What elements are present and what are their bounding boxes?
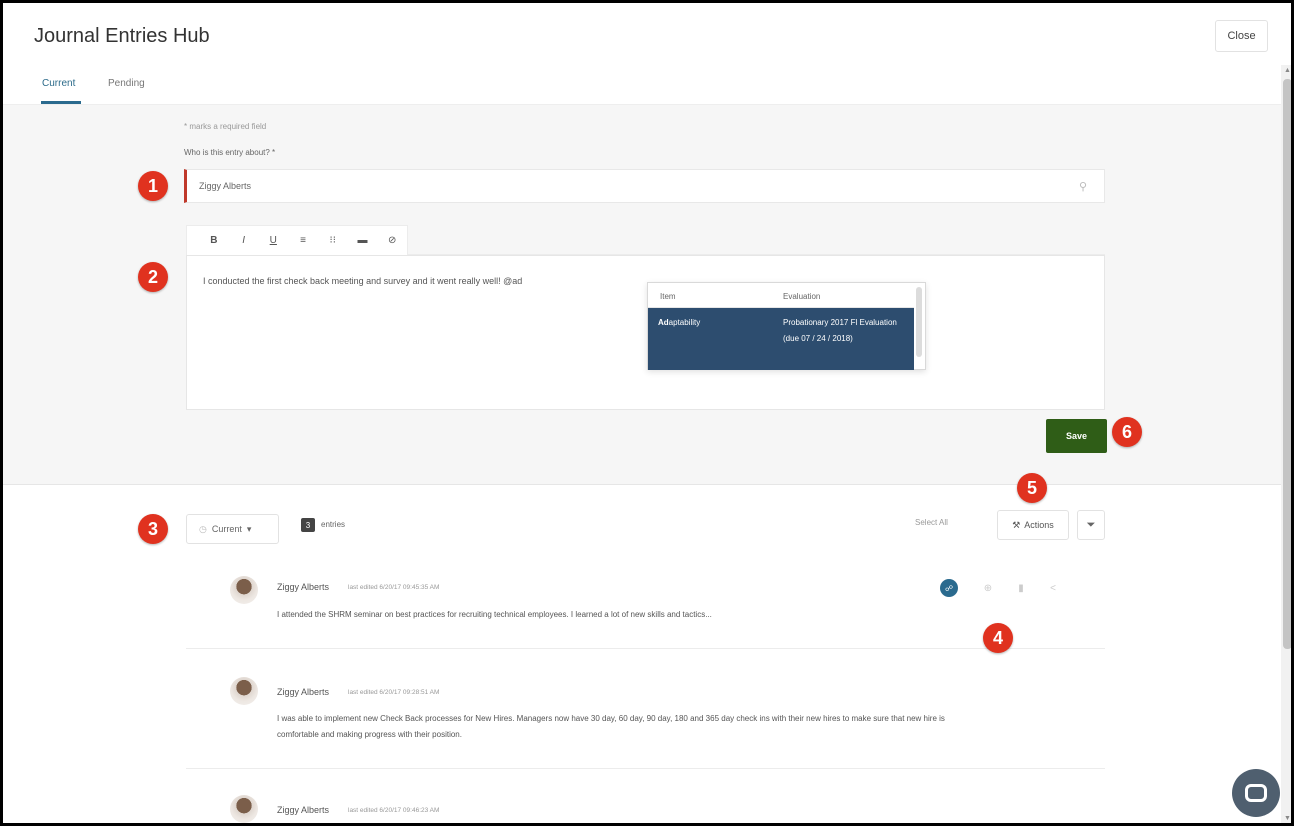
suggestion-evaluation: Probationary 2017 Fl Evaluation (due 07 … [783,318,897,343]
actions-label: Actions [1024,520,1054,530]
italic-icon[interactable]: I [229,235,259,246]
suggestion-item: Adaptability [658,318,701,327]
wrench-icon: ⚒ [1012,519,1021,530]
entry-row[interactable]: Ziggy Alberts last edited 6/20/17 09:45:… [186,565,1105,649]
share-icon[interactable]: < [1044,579,1062,597]
callout-marker-2: 2 [138,262,168,292]
link-icon[interactable]: ⊘ [377,235,407,246]
tag-icon[interactable]: ☍ [940,579,958,597]
entry-row[interactable]: Ziggy Alberts last edited 6/20/17 09:46:… [186,769,1105,823]
close-button[interactable]: Close [1215,20,1268,52]
toolbar-divider [408,225,1105,255]
tab-current[interactable]: Current [42,78,75,89]
entries-label: entries [321,520,346,529]
entry-author[interactable]: Ziggy Alberts [277,805,329,815]
entry-edited: last edited 6/20/17 09:46:23 AM [348,807,440,814]
filter-dropdown[interactable]: ◷ Current ▾ [186,514,279,544]
chat-bubble-icon [1245,784,1267,802]
trash-icon[interactable]: ▮ [1012,579,1030,597]
chat-button[interactable] [1232,769,1280,817]
suggestions-scrollbar[interactable] [916,287,922,357]
col-item: Item [660,292,676,301]
filter-label: Current [211,524,242,534]
scroll-up-icon[interactable]: ▲ [1284,67,1291,74]
chevron-down-icon: ▾ [246,523,252,534]
avatar [230,677,258,705]
entry-edited: last edited 6/20/17 09:28:51 AM [348,689,440,696]
bold-icon[interactable]: B [199,235,229,246]
page-title: Journal Entries Hub [34,25,210,47]
ordered-list-icon[interactable]: ≡ [288,235,318,246]
who-label: Who is this entry about? * [184,148,276,157]
active-tab-indicator [41,101,81,104]
filter-funnel-button[interactable]: ⏷ [1077,510,1105,540]
search-icon[interactable]: ⚲ [1079,181,1091,193]
tab-bar: Current Pending [3,65,1291,105]
clock-icon: ◷ [199,523,207,534]
add-icon[interactable]: ⊕ [979,579,997,597]
callout-marker-3: 3 [138,514,168,544]
journal-hub-window: Journal Entries Hub Close Current Pendin… [0,0,1294,826]
entry-editor[interactable]: I conducted the first check back meeting… [186,255,1105,410]
who-input[interactable] [184,169,1105,203]
underline-icon[interactable]: U [258,235,288,246]
entry-author[interactable]: Ziggy Alberts [277,582,329,592]
callout-marker-4: 4 [983,623,1013,653]
entry-edited: last edited 6/20/17 09:45:35 AM [348,584,440,591]
funnel-icon: ⏷ [1086,518,1096,531]
editor-text: I conducted the first check back meeting… [203,276,523,286]
callout-marker-1: 1 [138,171,168,201]
entry-form: * marks a required field Who is this ent… [3,105,1281,485]
header: Journal Entries Hub Close [3,3,1291,65]
save-button[interactable]: Save [1046,419,1107,453]
avatar [230,795,258,823]
entry-body: I was able to implement new Check Back p… [277,714,945,739]
horizontal-rule-icon[interactable]: ▬ [348,235,378,246]
scroll-down-icon[interactable]: ▼ [1284,815,1291,822]
tab-pending[interactable]: Pending [108,78,145,89]
entry-body: I attended the SHRM seminar on best prac… [277,610,712,619]
col-evaluation: Evaluation [783,292,821,301]
bullet-list-icon[interactable]: ⁝⁝ [318,235,348,246]
actions-button[interactable]: ⚒ Actions [997,510,1069,540]
callout-marker-5: 5 [1017,473,1047,503]
entries-toolbar: ◷ Current ▾ 3 entries Select All ⚒ Actio… [3,485,1281,565]
suggestions-header: Item Evaluation [648,283,914,308]
suggestion-row[interactable]: Adaptability Probationary 2017 Fl Evalua… [648,308,914,370]
entry-author[interactable]: Ziggy Alberts [277,687,329,697]
callout-marker-6: 6 [1112,417,1142,447]
entry-row[interactable]: Ziggy Alberts last edited 6/20/17 09:28:… [186,649,1105,769]
page-scrollbar[interactable]: ▲ ▼ [1281,65,1291,823]
editor-toolbar: B I U ≡ ⁝⁝ ▬ ⊘ [186,225,408,255]
mention-suggestions: Item Evaluation Adaptability Probationar… [647,282,926,370]
entry-count-badge: 3 [301,518,315,532]
required-note: * marks a required field [184,122,267,131]
avatar [230,576,258,604]
scroll-thumb[interactable] [1283,79,1291,649]
select-all-link[interactable]: Select All [915,518,948,527]
